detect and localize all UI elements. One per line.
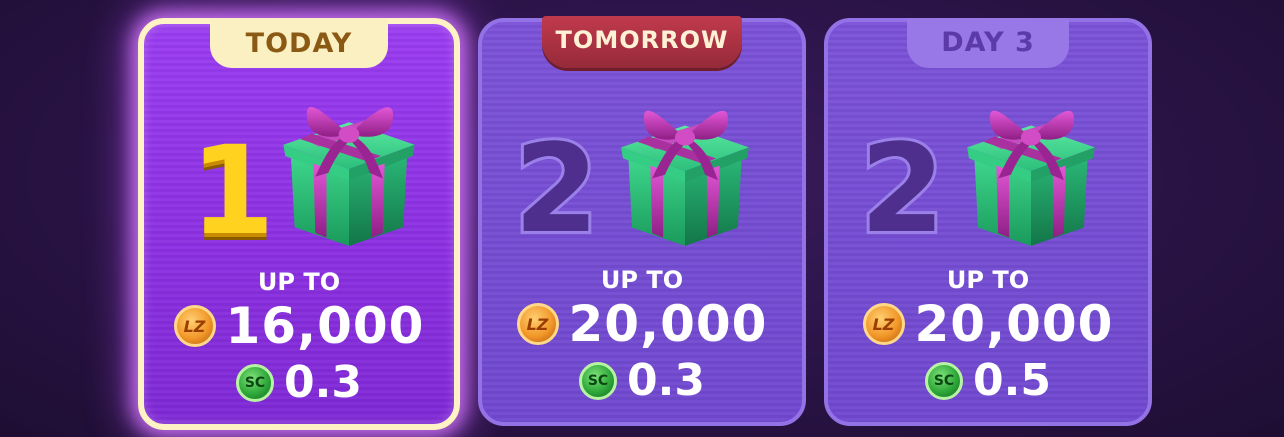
day-number: 1: [190, 120, 275, 262]
tab-today: TODAY: [210, 18, 388, 68]
sc-coin-icon: SC: [925, 362, 964, 400]
lz-coin-icon: LZ: [516, 303, 559, 345]
day-card-day-3[interactable]: DAY 3 2 UP TO LZ 20,000 SC 0.5: [824, 18, 1152, 426]
gift-icon: [283, 106, 415, 246]
coin-reward: LZ 16,000: [144, 300, 454, 352]
day-card-tomorrow[interactable]: TOMORROW 2 UP TO LZ 20,000 SC 0.3: [478, 16, 806, 426]
coin-amount: 20,000: [914, 295, 1114, 353]
sc-reward: SC 0.3: [144, 360, 454, 406]
up-to-label: UP TO: [946, 266, 1030, 294]
sc-amount: 0.3: [627, 355, 705, 406]
up-to-label: UP TO: [600, 266, 684, 294]
tab-day-3: DAY 3: [907, 18, 1069, 68]
sc-reward: SC 0.5: [828, 358, 1148, 404]
sc-coin-icon: SC: [236, 364, 275, 402]
gift-icon: [967, 110, 1095, 246]
coin-amount: 16,000: [225, 297, 425, 355]
lz-coin-icon: LZ: [173, 305, 216, 347]
tab-tomorrow: TOMORROW: [542, 16, 742, 68]
sc-reward: SC 0.3: [482, 358, 802, 404]
sc-coin-icon: SC: [579, 362, 618, 400]
coin-reward: LZ 20,000: [482, 298, 802, 350]
sc-amount: 0.5: [973, 355, 1051, 406]
lz-coin-icon: LZ: [862, 303, 905, 345]
gift-icon: [621, 110, 749, 246]
day-number: 2: [857, 115, 948, 263]
day-card-today[interactable]: TODAY 1 UP TO LZ 16,000 SC 0.3: [138, 18, 460, 430]
up-to-label: UP TO: [257, 268, 341, 296]
day-number: 2: [511, 115, 602, 263]
sc-amount: 0.3: [284, 357, 362, 408]
coin-reward: LZ 20,000: [828, 298, 1148, 350]
coin-amount: 20,000: [568, 295, 768, 353]
